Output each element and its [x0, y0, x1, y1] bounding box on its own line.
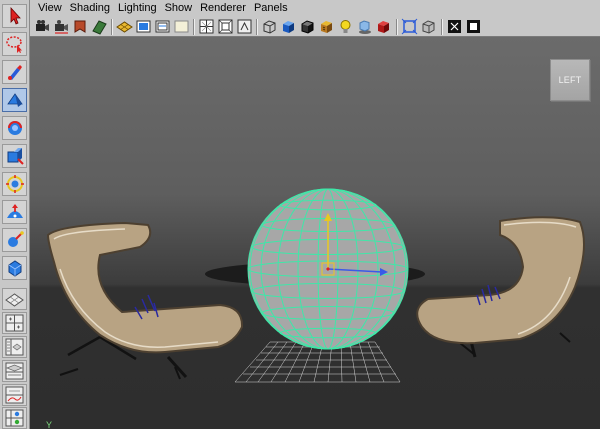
isolate-select-button[interactable]: [401, 18, 418, 35]
lasso-tool-button[interactable]: [2, 32, 27, 56]
show-manipulator-tool-button[interactable]: [2, 228, 27, 252]
last-tool-button[interactable]: [2, 256, 27, 280]
film-gate-icon: [135, 18, 152, 35]
xray-cube-icon: [420, 18, 437, 35]
toolbar-separator: [396, 19, 398, 35]
show-manipulator-icon: [5, 230, 25, 250]
hypershade-layout-icon: [3, 408, 26, 428]
camera-icon: [34, 18, 51, 35]
select-icon: [5, 6, 25, 26]
paint-select-tool-button[interactable]: [2, 60, 27, 84]
grid-toggle-button[interactable]: [116, 18, 133, 35]
paint-select-icon: [5, 62, 25, 82]
resolution-gate-button[interactable]: [154, 18, 171, 35]
xray-active-components-icon: [465, 18, 482, 35]
view-cube[interactable]: LEFT: [550, 59, 590, 101]
scene-view[interactable]: [30, 37, 600, 429]
single-perspective-layout-icon: [3, 289, 26, 309]
safe-action-button[interactable]: [173, 18, 190, 35]
toolbar-separator: [111, 19, 113, 35]
toolbar-separator: [256, 19, 258, 35]
light-bulb-icon: [337, 18, 354, 35]
last-tool-icon: [5, 258, 25, 278]
safe-title-icon: [217, 18, 234, 35]
shadow-cube-icon: [356, 18, 373, 35]
menu-lighting[interactable]: Lighting: [114, 0, 161, 17]
left-chair: [46, 221, 244, 380]
shadows-button[interactable]: [356, 18, 373, 35]
gate-mask-button[interactable]: [236, 18, 253, 35]
rotate-icon: [5, 118, 25, 138]
graph-editor-layout-icon: [3, 385, 26, 405]
panel-toolbar: [30, 17, 600, 37]
universal-manipulator-icon: [5, 174, 25, 194]
lasso-icon: [5, 34, 25, 54]
four-view-layout-icon: [3, 313, 26, 333]
toolbox: [0, 0, 30, 429]
wireframe-on-shaded-icon: [299, 18, 316, 35]
scale-tool-button[interactable]: [2, 144, 27, 168]
wireframe-on-shaded-button[interactable]: [299, 18, 316, 35]
smooth-shading-button[interactable]: [280, 18, 297, 35]
xray-button[interactable]: [420, 18, 437, 35]
camera-attributes-button[interactable]: [53, 18, 70, 35]
move-tool-button[interactable]: [2, 88, 27, 112]
image-plane-icon: [91, 18, 108, 35]
select-camera-button[interactable]: [34, 18, 51, 35]
bookmark-button[interactable]: [72, 18, 89, 35]
use-default-lighting-button[interactable]: [337, 18, 354, 35]
wireframe-cube-icon: [261, 18, 278, 35]
graph-editor-layout-button[interactable]: [2, 384, 27, 406]
viewport-panel[interactable]: LEFT Y: [30, 37, 600, 429]
scale-icon: [5, 146, 25, 166]
image-plane-button[interactable]: [91, 18, 108, 35]
smooth-shaded-cube-icon: [280, 18, 297, 35]
soft-modify-tool-button[interactable]: [2, 200, 27, 224]
menu-panels[interactable]: Panels: [250, 0, 292, 17]
menu-show[interactable]: Show: [161, 0, 197, 17]
field-chart-icon: [198, 18, 215, 35]
hypershade-layout-button[interactable]: [2, 407, 27, 429]
right-chair: [416, 216, 585, 358]
menu-view[interactable]: View: [34, 0, 66, 17]
xray-active-components-button[interactable]: [465, 18, 482, 35]
outliner-button[interactable]: [2, 360, 27, 382]
field-chart-button[interactable]: [198, 18, 215, 35]
wireframe-shading-button[interactable]: [261, 18, 278, 35]
camera-attributes-icon: [53, 18, 70, 35]
axis-indicator-label: Y: [46, 420, 53, 429]
menu-shading[interactable]: Shading: [66, 0, 114, 17]
select-tool-button[interactable]: [2, 4, 27, 28]
toolbar-separator: [441, 19, 443, 35]
outliner-icon: [3, 361, 26, 381]
high-quality-icon: [375, 18, 392, 35]
single-perspective-layout-button[interactable]: [2, 288, 27, 310]
xray-joints-button[interactable]: [446, 18, 463, 35]
rotate-tool-button[interactable]: [2, 116, 27, 140]
safe-action-icon: [173, 18, 190, 35]
menu-renderer[interactable]: Renderer: [196, 0, 250, 17]
four-view-layout-button[interactable]: [2, 312, 27, 334]
xray-joints-icon: [446, 18, 463, 35]
move-icon: [5, 90, 25, 110]
textured-button[interactable]: [318, 18, 335, 35]
persp-outliner-layout-icon: [3, 337, 26, 357]
view-cube-label: LEFT: [558, 75, 582, 85]
isolate-select-icon: [401, 18, 418, 35]
persp-outliner-layout-button[interactable]: [2, 336, 27, 358]
wireframe-sphere: [247, 188, 409, 350]
safe-title-button[interactable]: [217, 18, 234, 35]
universal-manipulator-button[interactable]: [2, 172, 27, 196]
bookmark-icon: [72, 18, 89, 35]
high-quality-rendering-button[interactable]: [375, 18, 392, 35]
film-gate-button[interactable]: [135, 18, 152, 35]
soft-modify-icon: [5, 202, 25, 222]
gate-mask-icon: [236, 18, 253, 35]
grid-icon: [116, 18, 133, 35]
toolbar-separator: [193, 19, 195, 35]
textured-cube-icon: [318, 18, 335, 35]
panel-menu-bar: View Shading Lighting Show Renderer Pane…: [30, 0, 600, 17]
resolution-gate-icon: [154, 18, 171, 35]
